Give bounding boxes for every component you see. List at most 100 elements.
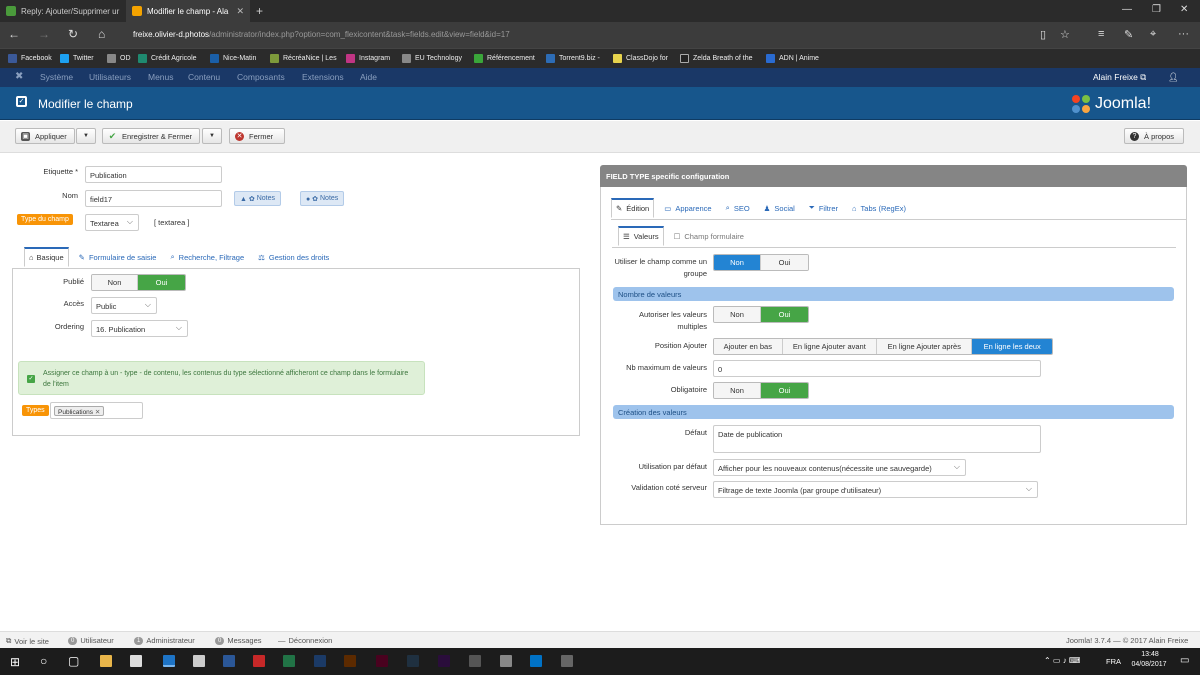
obl-non[interactable]: Non [714, 383, 762, 398]
outlook-icon[interactable] [530, 655, 542, 667]
remove-chip-icon[interactable]: ✕ [95, 409, 100, 416]
etiquette-input[interactable]: Publication [85, 166, 222, 183]
tab-social[interactable]: ♟ Social [764, 204, 795, 213]
windows-start-icon[interactable]: ⊞ [10, 655, 20, 669]
fav-eu-technology[interactable]: EU Technology [402, 54, 462, 63]
forward-icon[interactable]: → [38, 27, 50, 41]
publie-non[interactable]: Non [92, 275, 139, 290]
position-bas[interactable]: Ajouter en bas [714, 339, 783, 354]
close-button[interactable]: ✕ Fermer [229, 128, 285, 144]
reading-view-icon[interactable]: ▯ [1040, 28, 1046, 41]
word-icon[interactable] [223, 655, 235, 667]
subtab-champ-formulaire[interactable]: ☐ Champ formulaire [674, 232, 744, 241]
illustrator-icon[interactable] [344, 655, 356, 667]
home-icon[interactable]: ⌂ [98, 27, 105, 41]
new-tab-button[interactable]: + [252, 0, 272, 22]
tab-formulaire[interactable]: ✎ Formulaire de saisie [79, 253, 157, 262]
tab-filtrer[interactable]: ⏷ Filtrer [809, 203, 838, 213]
menu-systeme[interactable]: Système [40, 72, 73, 82]
joomla-logo-icon[interactable]: ✖ [15, 71, 23, 82]
excel-icon[interactable] [283, 655, 295, 667]
fav-nice-matin[interactable]: Nice-Matin [210, 54, 256, 63]
url-field[interactable]: freixe.olivier-d.photos/administrator/in… [133, 30, 510, 39]
fav-twitter[interactable]: Twitter [60, 54, 94, 63]
user-menu[interactable]: Alain Freixe ⧉ [1093, 72, 1146, 83]
apply-dropdown-button[interactable]: ▼ [76, 128, 96, 144]
menu-contenu[interactable]: Contenu [188, 72, 220, 82]
admin-link[interactable]: 1 Administrateur [134, 636, 195, 645]
fav-adn[interactable]: ADN | Anime [766, 54, 819, 63]
fav-classdojo[interactable]: ClassDojo for [613, 54, 668, 63]
edge-icon[interactable] [163, 655, 175, 667]
language-indicator[interactable]: FRA [1106, 657, 1121, 666]
type-select[interactable]: Textarea [85, 214, 139, 231]
logout-link[interactable]: — Déconnexion [278, 636, 332, 645]
notes-button-2[interactable]: ● ✿ Notes [300, 191, 345, 206]
publie-oui[interactable]: Oui [138, 275, 185, 290]
acces-select[interactable]: Public [91, 297, 157, 314]
fav-referencement[interactable]: Référencement [474, 54, 535, 63]
store-icon[interactable] [130, 655, 142, 667]
fav-torrent9[interactable]: Torrent9.biz - [546, 54, 600, 63]
minimize-icon[interactable]: — [1122, 4, 1132, 15]
menu-menus[interactable]: Menus [148, 72, 174, 82]
indesign-icon[interactable] [376, 655, 388, 667]
position-deux[interactable]: En ligne les deux [972, 339, 1052, 354]
calculator-icon[interactable] [500, 655, 512, 667]
tray-icons[interactable]: ⌃ ▭ ♪ ⌨ [1044, 656, 1080, 665]
task-view-icon[interactable]: ▢ [68, 654, 79, 668]
obligatoire-toggle[interactable]: Non Oui [713, 382, 809, 399]
explorer-icon[interactable] [100, 655, 112, 667]
multi-non[interactable]: Non [714, 307, 762, 322]
fav-zelda[interactable]: Zelda Breath of the [680, 54, 753, 63]
cortana-icon[interactable]: ○ [40, 654, 47, 668]
tab-droits[interactable]: ⚖ Gestion des droits [258, 253, 329, 262]
tab-recherche[interactable]: ⌕ Recherche, Filtrage [170, 252, 244, 262]
usage-select[interactable]: Afficher pour les nouveaux contenus(néce… [713, 459, 966, 476]
photos-icon[interactable] [561, 655, 573, 667]
photoshop-icon[interactable] [314, 655, 326, 667]
nom-input[interactable]: field17 [85, 190, 222, 207]
position-apres[interactable]: En ligne Ajouter après [877, 339, 973, 354]
browser-tab-reply[interactable]: Reply: Ajouter/Supprimer ur [0, 0, 124, 22]
fav-facebook[interactable]: Facebook [8, 54, 52, 63]
menu-extensions[interactable]: Extensions [302, 72, 344, 82]
more-icon[interactable]: ··· [1178, 28, 1189, 40]
multiples-toggle[interactable]: Non Oui [713, 306, 809, 323]
hub-icon[interactable]: ≡ [1098, 28, 1104, 40]
save-close-button[interactable]: ✔ Enregistrer & Fermer [102, 128, 200, 144]
subtab-valeurs[interactable]: ☰ Valeurs [618, 226, 664, 246]
menu-utilisateurs[interactable]: Utilisateurs [89, 72, 131, 82]
validation-select[interactable]: Filtrage de texte Joomla (par groupe d'u… [713, 481, 1038, 498]
fav-od[interactable]: OD [107, 54, 131, 63]
group-non[interactable]: Non [714, 255, 762, 270]
notes-button-1[interactable]: ▲ ✿ Notes [234, 191, 281, 206]
tab-apparence[interactable]: ▭ Apparence [664, 204, 711, 213]
obl-oui[interactable]: Oui [761, 383, 808, 398]
voir-site-link[interactable]: ⧉ Voir le site [6, 636, 49, 646]
maximize-icon[interactable]: ❐ [1152, 4, 1161, 15]
favorite-star-icon[interactable]: ☆ [1060, 28, 1070, 41]
about-button[interactable]: ? À propos [1124, 128, 1184, 144]
refresh-icon[interactable]: ↻ [68, 27, 78, 41]
vivaldi-icon[interactable] [253, 655, 265, 667]
browser-tab-modifier[interactable]: Modifier le champ - Ala ✕ [126, 0, 250, 22]
share-icon[interactable]: ⌖ [1150, 28, 1156, 41]
users-link[interactable]: 0 Utilisateur [68, 636, 114, 645]
ordering-select[interactable]: 16. Publication [91, 320, 188, 337]
tab-basique[interactable]: ⌂ Basique [24, 247, 69, 267]
lightroom-icon[interactable] [407, 655, 419, 667]
close-window-icon[interactable]: ✕ [1180, 4, 1188, 15]
position-toggle[interactable]: Ajouter en bas En ligne Ajouter avant En… [713, 338, 1053, 355]
menu-composants[interactable]: Composants [237, 72, 285, 82]
premiere-icon[interactable] [438, 655, 450, 667]
group-oui[interactable]: Oui [761, 255, 808, 270]
types-multiselect[interactable]: Publications ✕ [50, 402, 143, 419]
tab-edition[interactable]: ✎ Édition [611, 198, 655, 218]
position-avant[interactable]: En ligne Ajouter avant [782, 339, 878, 354]
user-icon[interactable]: 👤︎ [1168, 72, 1179, 83]
tab-seo[interactable]: ⌕ SEO [726, 203, 750, 213]
defaut-textarea[interactable]: Date de publication [713, 425, 1041, 453]
max-values-input[interactable]: 0 [713, 360, 1041, 377]
notes-icon[interactable]: ✎ [1124, 28, 1133, 41]
